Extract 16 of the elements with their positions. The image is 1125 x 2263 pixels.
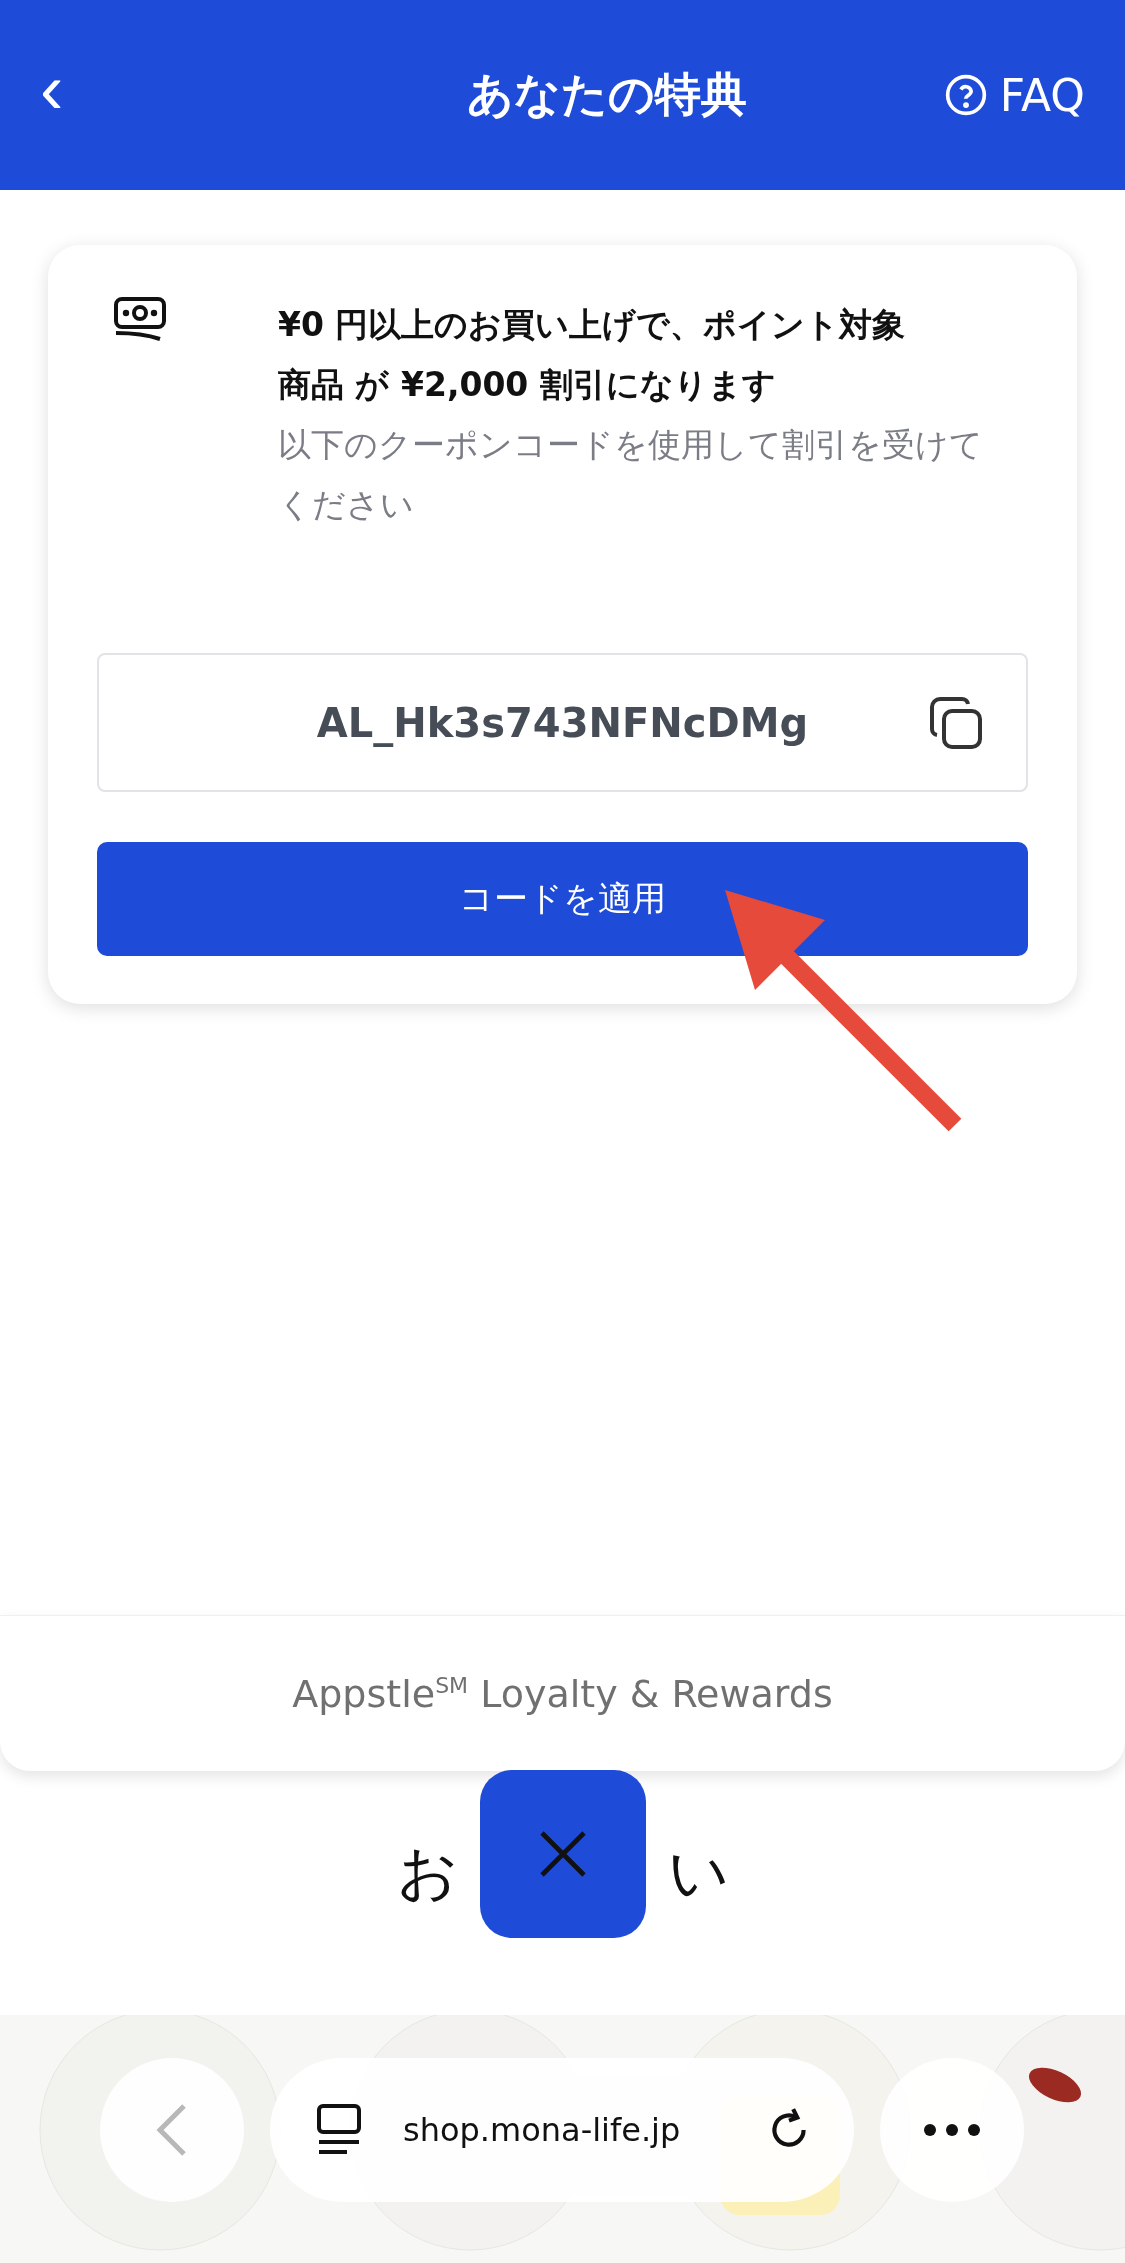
- heading-fragment: お: [396, 1836, 458, 1908]
- heading-fragment: い: [667, 1836, 729, 1908]
- reward-instructions: 以下のクーポンコードを使用して割引を受けてください: [278, 424, 984, 526]
- url-text: shop.mona-life.jp: [403, 2111, 682, 2149]
- brand-text: Appstle$^{SM}$ Loyalty & Rewards: [292, 1671, 833, 1716]
- more-icon: [922, 2123, 982, 2137]
- address-bar[interactable]: shop.mona-life.jp: [270, 2058, 854, 2202]
- back-button[interactable]: ‹: [30, 54, 120, 136]
- close-button[interactable]: [480, 1770, 646, 1938]
- help-icon: [943, 73, 988, 117]
- coupon-code-field[interactable]: AL_Hk3s743NFNcDMg: [97, 653, 1028, 792]
- faq-link[interactable]: FAQ: [943, 69, 1085, 121]
- page-title: あなたの特典: [466, 66, 747, 123]
- reward-headline: 商品 が ¥2,000 割引になります: [278, 364, 777, 406]
- apply-code-button[interactable]: コードを適用: [97, 842, 1028, 956]
- reward-headline: ¥0 円以上のお買い上げで、ポイント対象: [278, 304, 907, 346]
